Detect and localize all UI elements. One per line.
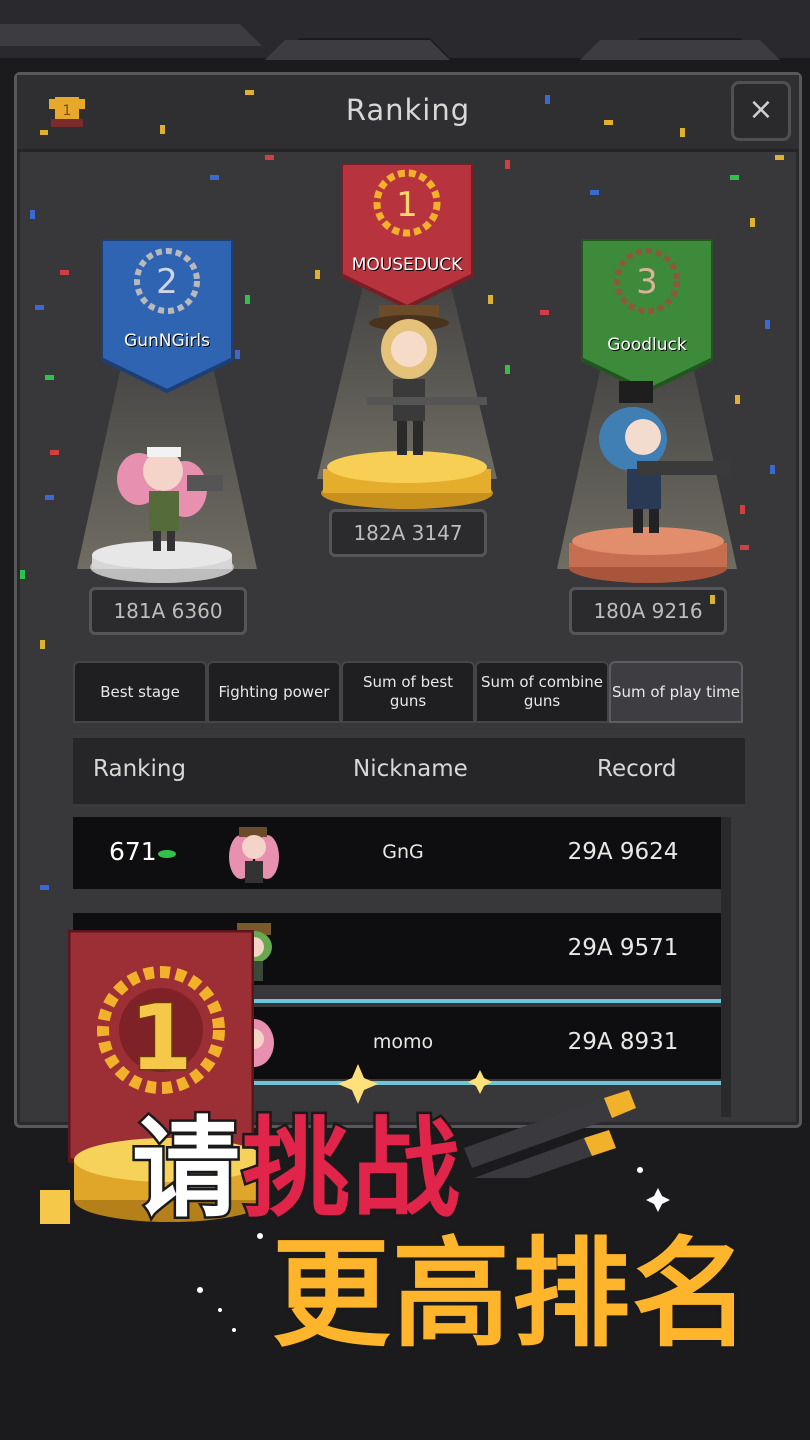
rank-2-name: GunNGirls	[124, 331, 210, 351]
gem-icon	[158, 850, 176, 858]
tab-sum-of-best-guns[interactable]: Sum of best guns	[341, 661, 475, 723]
panel-header: 1 Ranking ×	[17, 75, 799, 152]
rank-3-character	[568, 381, 731, 583]
tab-sum-of-play-time[interactable]: Sum of play time	[609, 661, 743, 723]
rank-2-score: 181A 6360	[89, 587, 247, 635]
rank-3-name: Goodluck	[607, 335, 687, 355]
tab-best-stage[interactable]: Best stage	[73, 661, 207, 723]
row-nickname: momo	[372, 1031, 434, 1053]
tab-sum-of-combine-guns[interactable]: Sum of combine guns	[475, 661, 609, 723]
svg-text:2: 2	[156, 262, 178, 302]
row-nickname: GnG	[382, 841, 424, 863]
rank-1-banner: 1	[341, 163, 473, 310]
header-nickname: Nickname	[353, 756, 468, 782]
header-ranking: Ranking	[93, 756, 187, 782]
table-header: Ranking Nickname Record	[73, 735, 745, 807]
tab-fighting-power[interactable]: Fighting power	[207, 661, 341, 723]
row-rank: 671	[109, 837, 157, 866]
svg-text:3: 3	[636, 262, 658, 302]
close-button[interactable]: ×	[731, 81, 791, 141]
svg-text:1: 1	[396, 185, 418, 225]
rank-2-character	[90, 447, 234, 583]
table-row[interactable]: 671 GnG 29A 9624	[73, 817, 727, 889]
rank-1-character	[321, 305, 493, 509]
top-frame	[0, 0, 810, 60]
rank-3-score: 180A 9216	[569, 587, 727, 635]
row-record: 29A 9571	[567, 935, 679, 961]
row-record: 29A 9624	[567, 839, 679, 865]
rank-1-score: 182A 3147	[329, 509, 487, 557]
ranking-tabs: Best stage Fighting power Sum of best gu…	[73, 661, 745, 723]
header-record: Record	[597, 756, 677, 782]
sparkle-decoration	[197, 1064, 670, 1332]
rank-1-name: MOUSEDUCK	[351, 255, 463, 275]
rank-2-banner: 2	[101, 239, 233, 394]
row-record: 29A 8931	[567, 1029, 679, 1055]
page-title: Ranking	[345, 93, 471, 127]
avatar	[229, 827, 279, 883]
